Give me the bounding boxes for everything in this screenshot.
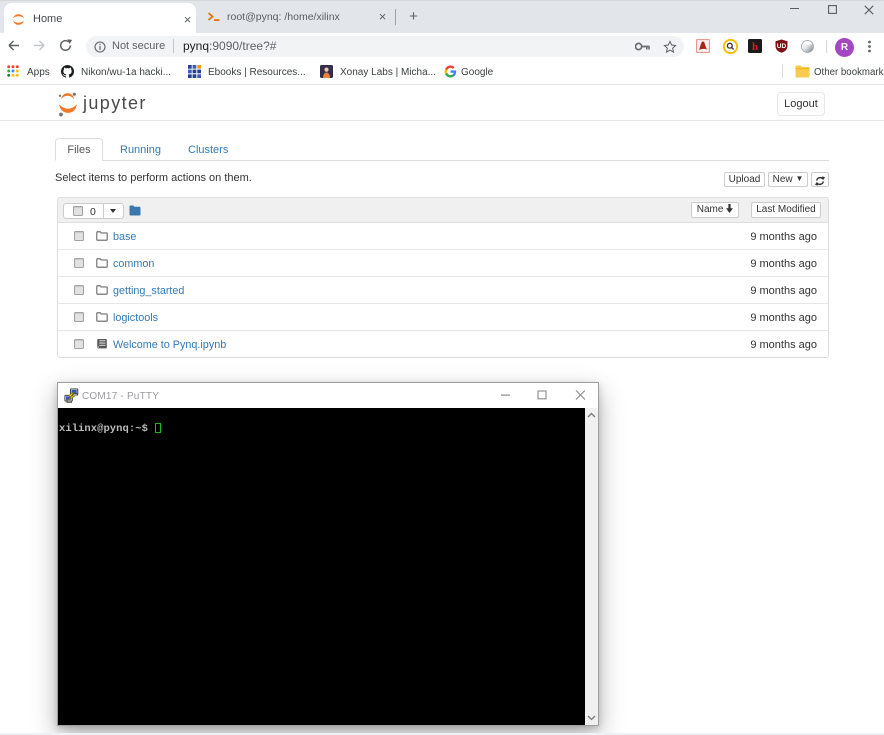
svg-text:h: h (752, 41, 758, 53)
svg-text:UD: UD (777, 43, 787, 50)
